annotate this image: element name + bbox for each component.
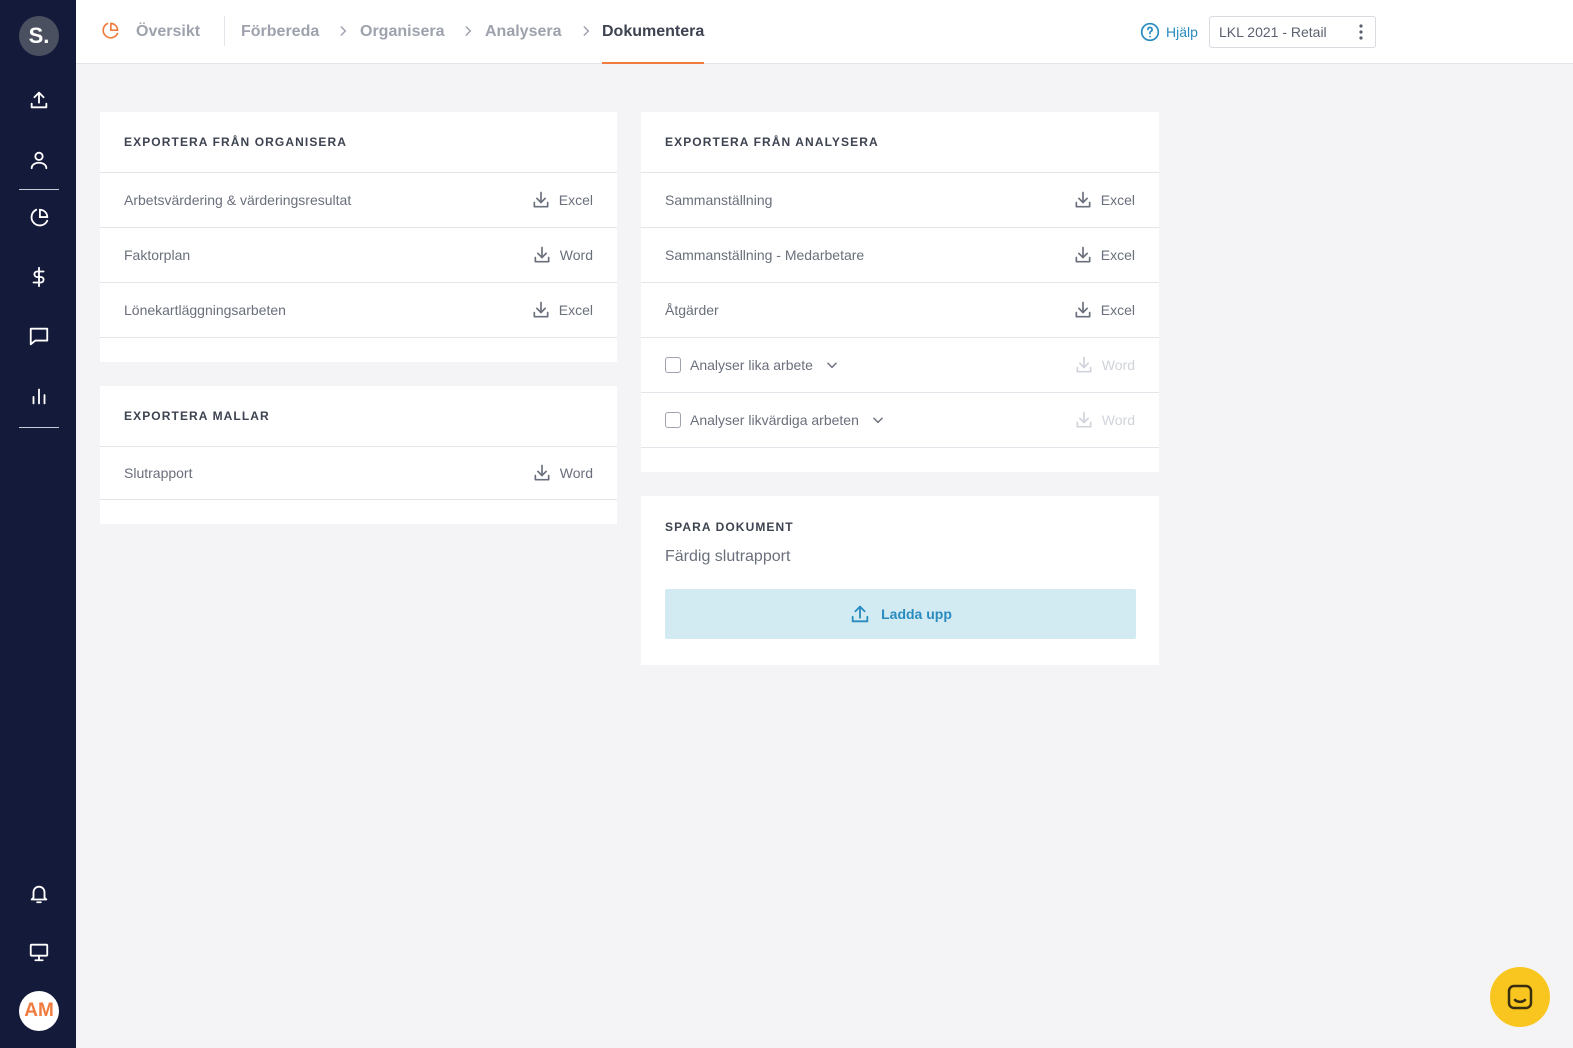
- help-link[interactable]: Hjälp: [1140, 20, 1198, 44]
- upload-button-label: Ladda upp: [881, 606, 952, 622]
- export-row: Lönekartläggningsarbeten Excel: [100, 283, 617, 338]
- row-checkbox[interactable]: [665, 412, 681, 428]
- app-logo[interactable]: S.: [19, 16, 59, 56]
- upload-icon: [851, 605, 869, 623]
- chevron-down-icon[interactable]: [871, 413, 885, 427]
- pie-chart-icon: [102, 22, 119, 39]
- download-format: Excel: [1100, 192, 1135, 208]
- card-title: EXPORTERA FRÅN ORGANISERA: [100, 112, 617, 173]
- download-excel-button[interactable]: Excel: [1073, 190, 1135, 210]
- download-excel-button[interactable]: Excel: [531, 300, 593, 320]
- project-name: LKL 2021 - Retail: [1219, 24, 1327, 40]
- download-format: Excel: [1100, 302, 1135, 318]
- chevron-right-icon: [340, 26, 347, 36]
- chat-widget-button[interactable]: [1490, 967, 1550, 1027]
- sidebar: S. AM: [0, 0, 76, 1048]
- nav-step-dokumentera[interactable]: Dokumentera: [602, 0, 705, 64]
- chevron-right-icon: [465, 26, 472, 36]
- nav-step-organisera[interactable]: Organisera: [360, 0, 444, 63]
- download-word-button[interactable]: Word: [532, 245, 593, 265]
- download-word-button[interactable]: Word: [532, 463, 593, 483]
- avatar[interactable]: AM: [19, 991, 59, 1031]
- download-excel-button[interactable]: Excel: [1073, 245, 1135, 265]
- download-format: Word: [1101, 412, 1135, 428]
- card-title: EXPORTERA MALLAR: [100, 386, 617, 447]
- card-title: EXPORTERA FRÅN ANALYSERA: [641, 112, 1159, 173]
- export-row: Åtgärder Excel: [641, 283, 1159, 338]
- export-row-checkbox: Analyser likvärdiga arbeten Word: [641, 393, 1159, 448]
- export-row: Sammanställning - Medarbetare Excel: [641, 228, 1159, 283]
- download-format: Excel: [1100, 247, 1135, 263]
- download-icon: [1076, 411, 1092, 428]
- user-icon[interactable]: [24, 145, 54, 175]
- export-analysera-card: EXPORTERA FRÅN ANALYSERA Sammanställning…: [641, 112, 1159, 472]
- download-word-button[interactable]: Word: [1074, 410, 1135, 430]
- download-icon: [1075, 246, 1091, 263]
- download-format: Excel: [558, 192, 593, 208]
- download-icon: [1075, 191, 1091, 208]
- upload-icon[interactable]: [24, 85, 54, 115]
- download-icon: [1076, 356, 1092, 373]
- chevron-down-icon[interactable]: [825, 358, 839, 372]
- download-format: Excel: [558, 302, 593, 318]
- export-mallar-card: EXPORTERA MALLAR Slutrapport Word: [100, 386, 617, 524]
- card-title: SPARA DOKUMENT: [665, 520, 794, 534]
- download-icon: [1075, 301, 1091, 318]
- export-row: Slutrapport Word: [100, 447, 617, 500]
- download-format: Word: [1101, 357, 1135, 373]
- export-row-label: Analyser lika arbete: [690, 357, 813, 373]
- bar-chart-icon[interactable]: [24, 381, 54, 411]
- sidebar-divider: [19, 189, 59, 190]
- dollar-icon[interactable]: [24, 262, 54, 292]
- message-icon[interactable]: [24, 321, 54, 351]
- download-excel-button[interactable]: Excel: [531, 190, 593, 210]
- row-checkbox[interactable]: [665, 357, 681, 373]
- bell-icon[interactable]: [24, 879, 54, 909]
- export-row: Faktorplan Word: [100, 228, 617, 283]
- chat-icon: [1507, 984, 1533, 1010]
- save-document-subtitle: Färdig slutrapport: [665, 548, 791, 565]
- download-excel-button[interactable]: Excel: [1073, 300, 1135, 320]
- download-format: Word: [559, 465, 593, 481]
- chevron-right-icon: [583, 26, 590, 36]
- nav-overview[interactable]: Översikt: [136, 0, 200, 63]
- download-icon: [534, 246, 550, 263]
- nav-divider: [224, 16, 225, 46]
- save-document-card: SPARA DOKUMENT Färdig slutrapport Ladda …: [641, 496, 1159, 665]
- monitor-icon[interactable]: [24, 937, 54, 967]
- help-label: Hjälp: [1166, 24, 1198, 40]
- project-selector[interactable]: LKL 2021 - Retail: [1209, 16, 1376, 48]
- sidebar-divider: [19, 427, 59, 428]
- top-navigation: Översikt Förbereda Organisera Analysera …: [76, 0, 1573, 64]
- more-options-icon[interactable]: [1359, 24, 1363, 40]
- export-row-label: Analyser likvärdiga arbeten: [690, 412, 859, 428]
- download-icon: [533, 191, 549, 208]
- download-format: Word: [559, 247, 593, 263]
- upload-button[interactable]: Ladda upp: [665, 589, 1136, 639]
- help-icon: [1140, 22, 1160, 42]
- export-row: Arbetsvärdering & värderingsresultat Exc…: [100, 173, 617, 228]
- nav-step-forbereda[interactable]: Förbereda: [241, 0, 319, 63]
- nav-step-analysera[interactable]: Analysera: [485, 0, 562, 63]
- pie-chart-icon[interactable]: [24, 203, 54, 233]
- download-icon: [534, 464, 550, 481]
- export-row-checkbox: Analyser lika arbete Word: [641, 338, 1159, 393]
- export-organisera-card: EXPORTERA FRÅN ORGANISERA Arbetsvärderin…: [100, 112, 617, 362]
- download-word-button[interactable]: Word: [1074, 355, 1135, 375]
- export-row: Sammanställning Excel: [641, 173, 1159, 228]
- download-icon: [533, 301, 549, 318]
